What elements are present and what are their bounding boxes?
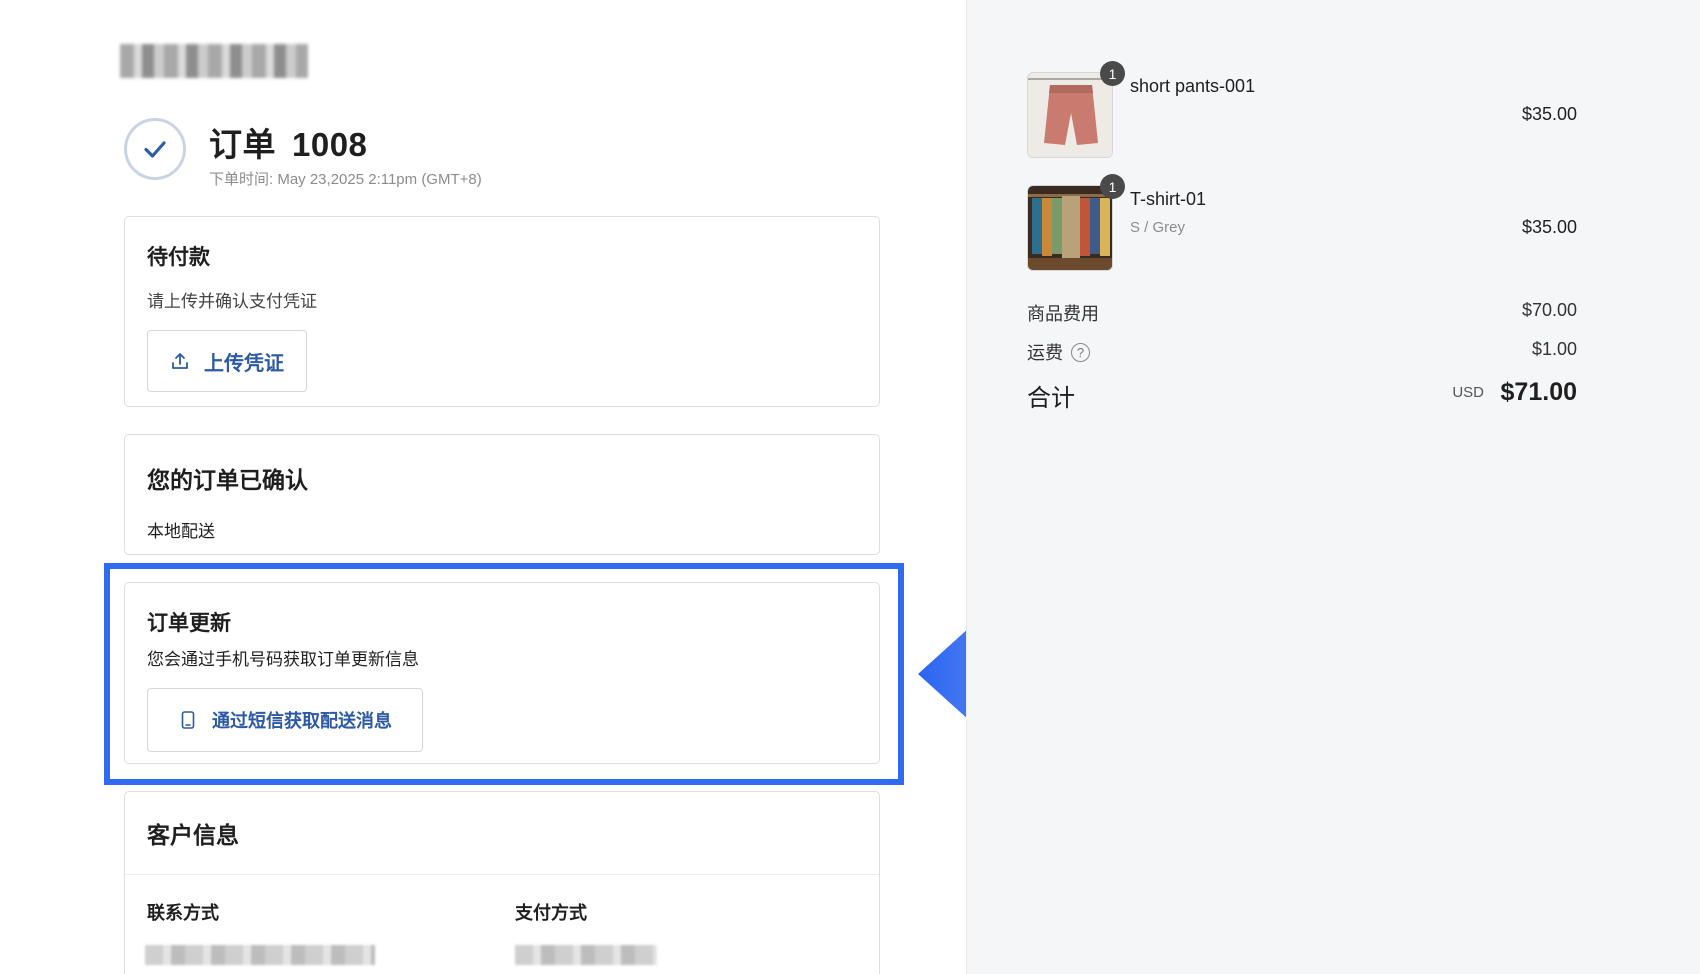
total-row: 合计 USD $71.00 xyxy=(1027,378,1577,414)
quantity-badge: 1 xyxy=(1100,174,1125,199)
delivery-method: 本地配送 xyxy=(147,522,215,541)
sms-delivery-button[interactable]: 通过短信获取配送消息 xyxy=(147,688,423,752)
upload-icon xyxy=(172,353,188,369)
sms-delivery-label: 通过短信获取配送消息 xyxy=(212,711,392,731)
subtotal-row: 商品费用 $70.00 xyxy=(1027,300,1577,326)
confirm-card-title: 您的订单已确认 xyxy=(147,467,308,493)
total-label: 合计 xyxy=(1027,385,1075,412)
subtotal-label: 商品费用 xyxy=(1027,304,1099,324)
shipping-value: $1.00 xyxy=(1531,339,1577,359)
payment-method-label: 支付方式 xyxy=(515,903,587,923)
subtotal-value: $70.00 xyxy=(1521,300,1577,320)
payment-pending-card: 待付款 请上传并确认支付凭证 上传凭证 xyxy=(124,216,880,407)
item-price: $35.00 xyxy=(1521,104,1577,124)
order-header: 订单 1008 下单时间: May 23,2025 2:11pm (GMT+8) xyxy=(124,118,764,188)
total-value: $71.00 xyxy=(1500,378,1577,406)
update-card-title: 订单更新 xyxy=(147,612,231,635)
order-status-panel: 订单 1008 下单时间: May 23,2025 2:11pm (GMT+8) … xyxy=(0,0,966,974)
item-variant: S / Grey xyxy=(1130,219,1186,236)
shipping-label: 运费 xyxy=(1027,343,1063,363)
update-card-text: 您会通过手机号码获取订单更新信息 xyxy=(147,650,419,669)
quantity-badge: 1 xyxy=(1100,61,1125,86)
cart-item: 1 T-shirt-01 S / Grey $35.00 xyxy=(1027,174,1577,275)
upload-proof-button[interactable]: 上传凭证 xyxy=(147,330,307,392)
shirts-rack-image xyxy=(1027,185,1113,271)
shipping-row: 运费 ? $1.00 xyxy=(1027,339,1577,365)
item-price: $35.00 xyxy=(1521,217,1577,237)
help-icon[interactable]: ? xyxy=(1071,342,1090,362)
order-time: 下单时间: May 23,2025 2:11pm (GMT+8) xyxy=(209,171,482,188)
payment-card-text: 请上传并确认支付凭证 xyxy=(147,292,317,311)
item-name: T-shirt-01 xyxy=(1130,189,1207,209)
order-summary-panel: 1 short pants-001 $35.00 1 T-shirt-01 S … xyxy=(966,0,1700,974)
cart-item: 1 short pants-001 $35.00 xyxy=(1027,61,1577,162)
payment-card-title: 待付款 xyxy=(147,246,210,269)
phone-icon xyxy=(181,711,195,729)
order-title: 订单 1008 xyxy=(209,118,367,166)
store-logo-blurred xyxy=(120,44,308,78)
check-icon xyxy=(124,118,186,180)
order-update-card: 订单更新 您会通过手机号码获取订单更新信息 通过短信获取配送消息 xyxy=(124,582,880,764)
payment-method-value-blurred xyxy=(515,945,657,965)
contact-label: 联系方式 xyxy=(147,903,219,923)
customer-card-title: 客户信息 xyxy=(147,822,239,848)
order-confirmed-card: 您的订单已确认 本地配送 xyxy=(124,434,880,555)
customer-info-card: 客户信息 联系方式 支付方式 xyxy=(124,791,880,974)
order-title-label: 订单 xyxy=(209,126,276,163)
order-number: 1008 xyxy=(292,126,368,163)
item-name: short pants-001 xyxy=(1130,76,1256,96)
upload-proof-label: 上传凭证 xyxy=(204,352,284,375)
shorts-image xyxy=(1027,72,1113,158)
total-currency: USD xyxy=(1452,384,1484,401)
contact-value-blurred xyxy=(145,945,375,965)
